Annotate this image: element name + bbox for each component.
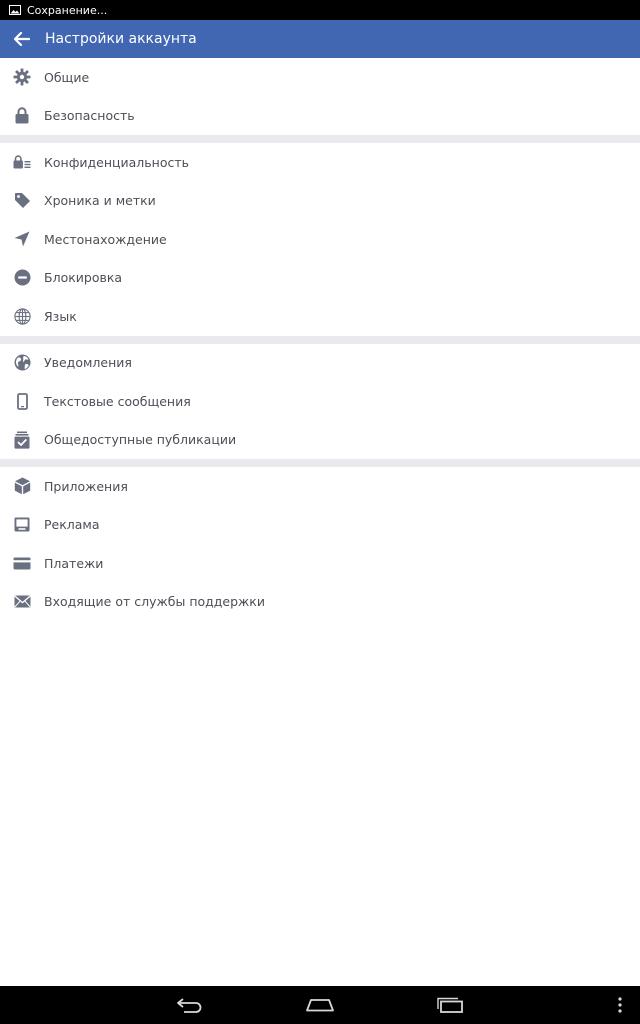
gear-icon [0, 58, 44, 96]
settings-item-label: Уведомления [44, 355, 132, 371]
status-text: Сохранение... [27, 3, 108, 17]
block-icon [0, 259, 44, 297]
settings-item-label: Реклама [44, 517, 100, 533]
settings-item-apps[interactable]: Приложения [0, 467, 640, 506]
settings-item-timeline-tags[interactable]: Хроника и метки [0, 182, 640, 221]
settings-item-language[interactable]: Язык [0, 297, 640, 336]
settings-item-public-posts[interactable]: Общедоступные публикации [0, 421, 640, 460]
nav-back-icon[interactable] [170, 986, 210, 1024]
settings-item-label: Блокировка [44, 270, 123, 286]
arrow-left-icon[interactable] [0, 20, 44, 58]
settings-item-support-inbox[interactable]: Входящие от службы поддержки [0, 583, 640, 622]
navigation-bar [0, 986, 640, 1024]
settings-item-label: Местонахождение [44, 231, 167, 247]
globe-icon [0, 297, 44, 335]
ads-icon [0, 506, 44, 544]
settings-item-label: Приложения [44, 478, 128, 494]
settings-section-general: Общие Безопасность [0, 58, 640, 135]
section-divider [0, 459, 640, 467]
settings-item-privacy[interactable]: Конфиденциальность [0, 143, 640, 182]
settings-item-label: Платежи [44, 555, 104, 571]
settings-item-label: Конфиденциальность [44, 154, 190, 170]
settings-item-label: Входящие от службы поддержки [44, 594, 265, 610]
settings-item-security[interactable]: Безопасность [0, 97, 640, 136]
nav-recents-icon[interactable] [430, 986, 470, 1024]
phone-icon [0, 382, 44, 420]
settings-item-label: Текстовые сообщения [44, 393, 191, 409]
settings-item-blocking[interactable]: Блокировка [0, 259, 640, 298]
nav-home-icon[interactable] [300, 986, 340, 1024]
image-icon [8, 5, 22, 15]
page-title: Настройки аккаунта [45, 31, 197, 47]
tag-icon [0, 182, 44, 220]
settings-item-general[interactable]: Общие [0, 58, 640, 97]
settings-item-label: Хроника и метки [44, 193, 156, 209]
settings-list: Общие Безопасность Конфиденциальность Хр… [0, 58, 640, 986]
section-divider [0, 135, 640, 143]
settings-section-notifications: Уведомления Текстовые сообщения Общедост… [0, 343, 640, 460]
settings-item-location[interactable]: Местонахождение [0, 220, 640, 259]
location-arrow-icon [0, 220, 44, 258]
settings-section-apps: Приложения Реклама Платежи Входящие от с… [0, 467, 640, 621]
privacy-lock-icon [0, 143, 44, 181]
settings-item-label: Общедоступные публикации [44, 432, 237, 448]
settings-item-payments[interactable]: Платежи [0, 544, 640, 583]
envelope-icon [0, 583, 44, 621]
card-icon [0, 544, 44, 582]
public-posts-icon [0, 421, 44, 459]
settings-item-notifications[interactable]: Уведомления [0, 344, 640, 383]
app-bar: Настройки аккаунта [0, 20, 640, 58]
nav-menu-icon[interactable] [608, 986, 632, 1024]
settings-item-label: Безопасность [44, 108, 135, 124]
settings-item-label: Язык [44, 308, 77, 324]
settings-item-label: Общие [44, 69, 90, 85]
lock-icon [0, 97, 44, 135]
settings-item-ads[interactable]: Реклама [0, 506, 640, 545]
status-bar: Сохранение... [0, 0, 640, 20]
settings-item-text-messages[interactable]: Текстовые сообщения [0, 382, 640, 421]
notifications-globe-icon [0, 344, 44, 382]
cube-icon [0, 467, 44, 505]
section-divider [0, 335, 640, 344]
settings-section-privacy: Конфиденциальность Хроника и метки Место… [0, 143, 640, 336]
